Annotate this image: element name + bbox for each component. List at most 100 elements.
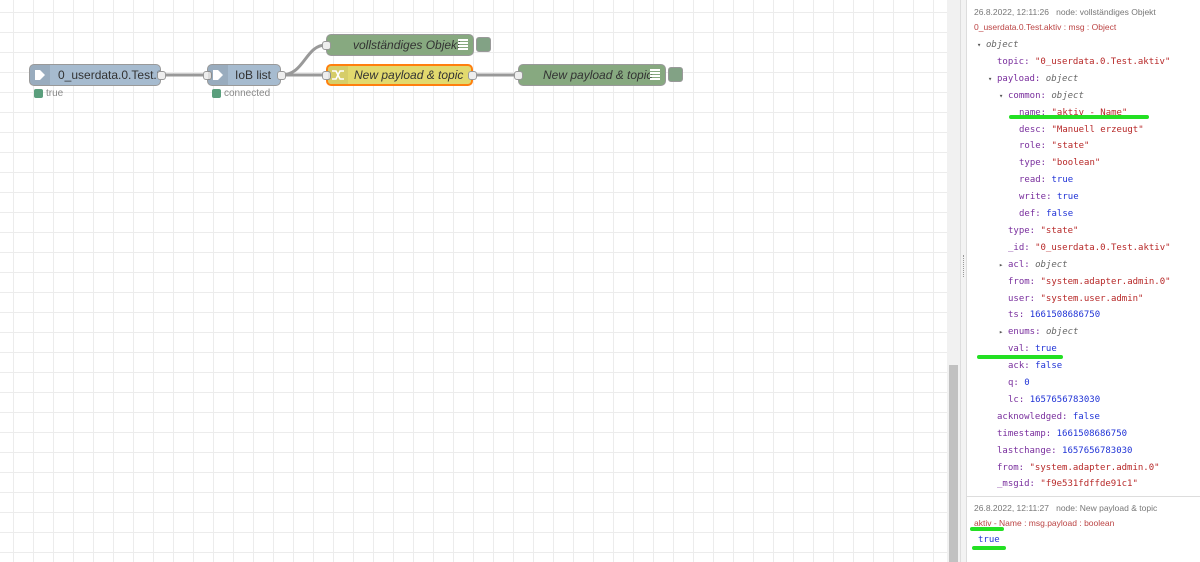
tree-row: _id: "0_userdata.0.Test.aktiv" [1008, 243, 1171, 253]
scrollbar-thumb[interactable] [949, 365, 958, 562]
tree-key: read: [1019, 175, 1052, 186]
tree-key: _id: [1008, 242, 1036, 253]
tree-key: q: [1008, 378, 1025, 388]
tree-row: read: true [1019, 175, 1073, 185]
tree-row: lc: 1657656783030 [1008, 395, 1100, 405]
tree-key: enums: [1008, 327, 1046, 338]
message-separator [967, 496, 1200, 497]
tree-row[interactable]: ▸ acl: object [999, 260, 1068, 270]
output-port[interactable] [277, 71, 286, 80]
flow-canvas[interactable]: 0_userdata.0.Test.* true IoB list connec… [0, 0, 947, 562]
tree-value: "state" [1040, 225, 1079, 236]
caret-down-icon[interactable]: ▾ [977, 41, 986, 49]
tree-value: "state" [1051, 141, 1090, 152]
debug-list-icon [457, 38, 469, 52]
caret-down-icon[interactable]: ▾ [999, 92, 1008, 100]
tree-value: 1661508686750 [1056, 428, 1128, 439]
tree-value: 1661508686750 [1029, 310, 1101, 321]
tree-key: lc: [1008, 394, 1030, 405]
msg-value: true [978, 535, 1000, 545]
input-port[interactable] [322, 41, 331, 50]
debug-toggle-button[interactable] [668, 67, 683, 82]
node-iob-in[interactable]: 0_userdata.0.Test.* [29, 64, 166, 86]
tree-row[interactable]: ▸ enums: object [999, 327, 1078, 337]
tree-key: type: [1008, 225, 1041, 236]
debug-toggle-button[interactable] [476, 37, 491, 52]
tree-key: lastchange: [997, 445, 1063, 456]
output-port[interactable] [468, 71, 477, 80]
tree-value: "system.user.admin" [1040, 293, 1144, 304]
tree-key: from: [997, 462, 1030, 473]
tree-row[interactable]: ▾ common: object [999, 91, 1084, 101]
tree-key: common: [1008, 90, 1052, 101]
tree-row: ts: 1661508686750 [1008, 310, 1100, 320]
shuffle-icon [328, 66, 348, 84]
tree-key: val: [1008, 344, 1036, 355]
tree-row[interactable]: ▾ object [977, 40, 1019, 50]
list-icon [208, 65, 228, 85]
tree-value: object [1045, 73, 1079, 84]
tree-value: 0 [1024, 378, 1030, 388]
highlight-mark [977, 355, 1063, 359]
tree-value: false [1035, 361, 1063, 372]
tree-row: _msgid: "f9e531fdffde91c1" [997, 479, 1138, 489]
tree-value: 1657656783030 [1062, 445, 1133, 456]
node-debug-vollstaendiges-objekt[interactable]: vollständiges Objekt [322, 34, 474, 56]
status-dot [212, 89, 221, 98]
tree-row: val: true [1008, 344, 1057, 354]
tree-key: from: [1008, 276, 1041, 287]
tree-row: role: "state" [1019, 141, 1089, 151]
tree-value: true [1056, 192, 1079, 203]
caret-right-icon[interactable]: ▸ [999, 261, 1008, 269]
tree-row: desc: "Manuell erzeugt" [1019, 125, 1144, 135]
node-label: 0_userdata.0.Test.* [58, 68, 162, 82]
input-port[interactable] [514, 71, 523, 80]
node-iob-list[interactable]: IoB list [203, 64, 286, 86]
tree-row: q: 0 [1008, 378, 1030, 388]
tree-value: "Manuell erzeugt" [1051, 124, 1144, 135]
tree-value: "system.adapter.admin.0" [1029, 462, 1160, 473]
wire-list-to-debug1 [280, 43, 327, 77]
tree-row: from: "system.adapter.admin.0" [1008, 277, 1171, 287]
canvas-vertical-scrollbar[interactable] [947, 0, 960, 562]
tree-key: payload: [997, 73, 1046, 84]
caret-down-icon[interactable]: ▾ [988, 75, 997, 83]
node-label: New payload & topic [354, 68, 464, 82]
tree-row: timestamp: 1661508686750 [997, 429, 1127, 439]
tree-key: timestamp: [997, 428, 1057, 439]
node-debug-new-payload-topic[interactable]: New payload & topic [514, 64, 666, 86]
highlight-mark [972, 546, 1006, 550]
grip-icon [963, 255, 966, 277]
input-icon [30, 65, 50, 85]
caret-right-icon[interactable]: ▸ [999, 328, 1008, 336]
tree-value: true [1051, 175, 1074, 186]
tree-key: desc: [1019, 124, 1052, 135]
tree-value: "boolean" [1051, 158, 1101, 169]
node-label: vollständiges Objekt [353, 38, 461, 52]
node-change-new-payload-topic[interactable]: New payload & topic [322, 64, 477, 86]
debug-list-icon [649, 68, 661, 82]
sidebar-resize-handle[interactable] [960, 0, 967, 562]
tree-key: ts: [1008, 310, 1030, 321]
node-label: IoB list [235, 68, 272, 82]
node-status-input: true [34, 88, 63, 99]
tree-value: object [1051, 90, 1084, 101]
msg-meta: 26.8.2022, 12:11:27 node: New payload & … [974, 503, 1158, 513]
msg-path[interactable]: 0_userdata.0.Test.aktiv : msg : Object [967, 22, 1116, 32]
tree-key: role: [1019, 141, 1052, 152]
status-dot [34, 89, 43, 98]
tree-value: 1657656783030 [1029, 394, 1101, 405]
output-port[interactable] [157, 71, 166, 80]
tree-key: _msgid: [997, 479, 1041, 490]
tree-key: write: [1019, 192, 1057, 203]
tree-value: "f9e531fdffde91c1" [1040, 479, 1138, 490]
msg-meta: 26.8.2022, 12:11:26 node: vollständiges … [974, 7, 1156, 17]
tree-row[interactable]: ▾ payload: object [988, 74, 1078, 84]
tree-value: "0_userdata.0.Test.aktiv" [1034, 56, 1171, 67]
tree-key: acknowledged: [997, 411, 1073, 422]
highlight-mark [970, 527, 1004, 531]
tree-row: acknowledged: false [997, 412, 1100, 422]
tree-row: from: "system.adapter.admin.0" [997, 463, 1160, 473]
tree-row: type: "state" [1008, 226, 1078, 236]
tree-key: acl: [1008, 259, 1036, 270]
